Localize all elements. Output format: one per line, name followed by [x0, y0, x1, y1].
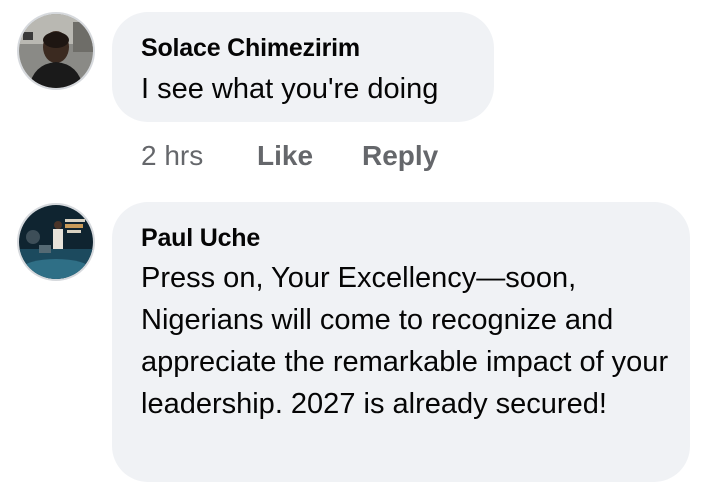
comment-time[interactable]: 2 hrs [141, 140, 257, 172]
comment-text: Press on, Your Excellency—soon, Nigerian… [141, 262, 669, 420]
comment-author[interactable]: Paul Uche [141, 224, 260, 253]
like-button[interactable]: Like [257, 140, 362, 172]
comment-actions: 2 hrs Like Reply [141, 140, 438, 172]
poster-photo-avatar-icon [19, 205, 93, 279]
comment-author[interactable]: Solace Chimezirim [141, 34, 360, 63]
comment-bubble: Solace Chimezirim I see what you're doin… [112, 12, 494, 122]
person-photo-avatar-icon [19, 14, 93, 88]
comment-solace: Solace Chimezirim I see what you're doin… [0, 0, 720, 190]
comment-text: I see what you're doing [141, 73, 439, 105]
reply-button[interactable]: Reply [362, 140, 438, 172]
avatar[interactable] [17, 203, 95, 281]
comment-paul: Paul Uche Press on, Your Excellency—soon… [0, 200, 720, 494]
avatar[interactable] [17, 12, 95, 90]
comment-bubble: Paul Uche Press on, Your Excellency—soon… [112, 202, 690, 482]
